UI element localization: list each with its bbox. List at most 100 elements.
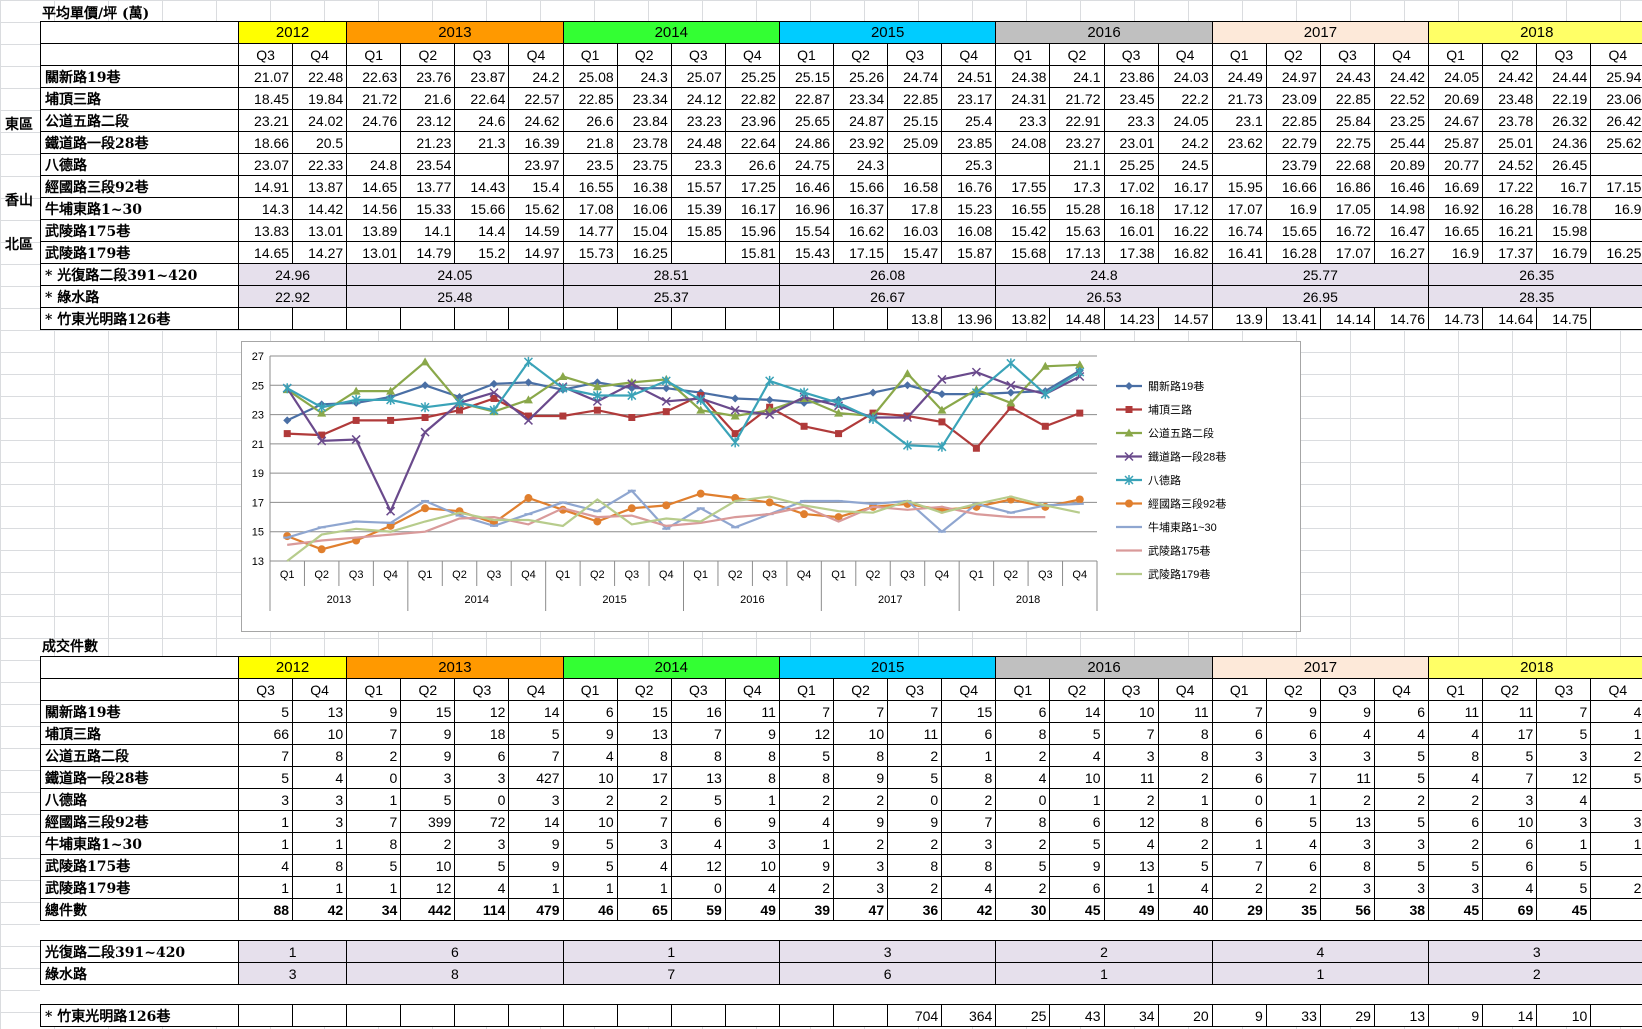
table-cell[interactable]: 1 (1211, 832, 1267, 855)
table-cell[interactable]: 15.39 (670, 197, 726, 220)
table-cell[interactable]: 20.69 (1428, 87, 1484, 110)
table-cell[interactable]: 16.41 (1211, 241, 1267, 264)
table-cell[interactable]: 24.67 (1428, 109, 1484, 132)
table-cell[interactable]: 24.2 (508, 65, 564, 88)
table-cell[interactable]: 16.58 (887, 175, 943, 198)
table-cell[interactable] (346, 307, 402, 330)
table-cell[interactable]: 40 (1157, 898, 1213, 921)
table-cell[interactable]: 364 (941, 1004, 997, 1027)
table-cell[interactable]: 14.75 (1536, 307, 1592, 330)
table-cell[interactable]: 45 (1536, 898, 1592, 921)
table-cell[interactable]: 2 (995, 744, 1051, 767)
table-cell[interactable]: 23.75 (616, 153, 672, 176)
table-cell[interactable]: 3 (616, 832, 672, 855)
table-cell[interactable]: 17.3 (1049, 175, 1105, 198)
table-cell[interactable]: 23.78 (1482, 109, 1538, 132)
table-cell[interactable]: 1 (724, 788, 780, 811)
table-cell[interactable]: 9 (400, 744, 456, 767)
table-cell[interactable]: 7 (833, 700, 889, 723)
table-cell[interactable]: 5 (1373, 766, 1430, 789)
table-cell[interactable]: 8 (616, 744, 672, 767)
table-cell[interactable]: 2 (1428, 788, 1484, 811)
table-cell[interactable]: 24.2 (1157, 131, 1213, 154)
table-cell[interactable]: 5 (508, 722, 564, 745)
table-cell[interactable]: 7 (616, 810, 672, 833)
year-cell[interactable]: 26.95 (1211, 285, 1430, 308)
table-cell[interactable]: 4 (778, 810, 835, 833)
table-cell[interactable]: 3 (454, 832, 510, 855)
table-cell[interactable]: 5 (1590, 766, 1642, 789)
table-cell[interactable]: 3 (508, 788, 564, 811)
table-cell[interactable]: 24.1 (1049, 65, 1105, 88)
table-cell[interactable]: 1 (1590, 722, 1642, 745)
table-cell[interactable]: 5 (1482, 744, 1538, 767)
table-cell[interactable]: 7 (1482, 766, 1538, 789)
table-cell[interactable]: 18.66 (237, 131, 294, 154)
table-cell[interactable]: 1 (778, 832, 835, 855)
table-cell[interactable] (1590, 1004, 1642, 1027)
table-cell[interactable]: 16.37 (833, 197, 889, 220)
table-cell[interactable]: 2 (887, 876, 943, 899)
table-cell[interactable]: 17.13 (1049, 241, 1105, 264)
table-cell[interactable]: 16.28 (1265, 241, 1321, 264)
table-cell[interactable]: 1 (237, 832, 294, 855)
table-cell[interactable]: 25.44 (1373, 131, 1430, 154)
year-cell[interactable]: 4 (1211, 940, 1430, 963)
table-cell[interactable]: 23.84 (616, 109, 672, 132)
table-cell[interactable]: 15.4 (508, 175, 564, 198)
table-cell[interactable]: 21.72 (1049, 87, 1105, 110)
table-cell[interactable]: 23.27 (1049, 131, 1105, 154)
table-cell[interactable]: 24.42 (1482, 65, 1538, 88)
table-cell[interactable]: 30 (995, 898, 1051, 921)
table-cell[interactable]: 4 (1590, 700, 1642, 723)
table-cell[interactable]: 2 (833, 832, 889, 855)
table-cell[interactable]: 6 (1049, 810, 1105, 833)
table-cell[interactable]: 16.27 (1373, 241, 1430, 264)
table-cell[interactable]: 13.82 (995, 307, 1051, 330)
table-cell[interactable]: 24.05 (1428, 65, 1484, 88)
table-cell[interactable]: 23.45 (1103, 87, 1159, 110)
table-cell[interactable]: 16.22 (1157, 219, 1213, 242)
table-cell[interactable]: 14.42 (292, 197, 348, 220)
table-cell[interactable]: 38 (1373, 898, 1430, 921)
table-cell[interactable]: 10 (562, 766, 618, 789)
table-cell[interactable]: 26.45 (1536, 153, 1592, 176)
table-cell[interactable]: 3 (1482, 788, 1538, 811)
table-cell[interactable]: 15 (941, 700, 997, 723)
table-cell[interactable]: 16.66 (1265, 175, 1321, 198)
table-cell[interactable]: 5 (1536, 722, 1592, 745)
table-cell[interactable]: 4 (237, 854, 294, 877)
table-cell[interactable]: 43 (1049, 1004, 1105, 1027)
table-cell[interactable]: 24.8 (346, 153, 402, 176)
table-cell[interactable]: 5 (1265, 810, 1321, 833)
table-cell[interactable]: 23.06 (1590, 87, 1642, 110)
table-cell[interactable]: 3 (941, 832, 997, 855)
table-cell[interactable]: 23.96 (724, 109, 780, 132)
year-cell[interactable]: 1 (1211, 962, 1430, 985)
table-cell[interactable]: 16.03 (887, 219, 943, 242)
table-cell[interactable]: 22.85 (1265, 109, 1321, 132)
table-cell[interactable]: 16 (670, 700, 726, 723)
table-cell[interactable]: 3 (292, 788, 348, 811)
table-cell[interactable]: 10 (400, 854, 456, 877)
table-cell[interactable]: 11 (1482, 700, 1538, 723)
table-cell[interactable]: 2 (995, 876, 1051, 899)
table-cell[interactable]: 16.92 (1428, 197, 1484, 220)
table-cell[interactable]: 13.83 (237, 219, 294, 242)
table-cell[interactable]: 9 (724, 722, 780, 745)
table-cell[interactable]: 14.57 (1157, 307, 1213, 330)
table-cell[interactable]: 22.64 (454, 87, 510, 110)
table-cell[interactable]: 15.81 (724, 241, 780, 264)
table-cell[interactable]: 0 (995, 788, 1051, 811)
table-cell[interactable] (1211, 153, 1267, 176)
table-cell[interactable]: 24.36 (1536, 131, 1592, 154)
table-cell[interactable]: 5 (1373, 854, 1430, 877)
table-cell[interactable]: 16.46 (1373, 175, 1430, 198)
table-cell[interactable]: 16.17 (1157, 175, 1213, 198)
table-cell[interactable]: 2 (887, 744, 943, 767)
table-cell[interactable]: 6 (1265, 854, 1321, 877)
table-cell[interactable]: 2 (778, 876, 835, 899)
table-cell[interactable]: 16.25 (616, 241, 672, 264)
table-cell[interactable]: 49 (724, 898, 780, 921)
table-cell[interactable]: 15.43 (778, 241, 835, 264)
